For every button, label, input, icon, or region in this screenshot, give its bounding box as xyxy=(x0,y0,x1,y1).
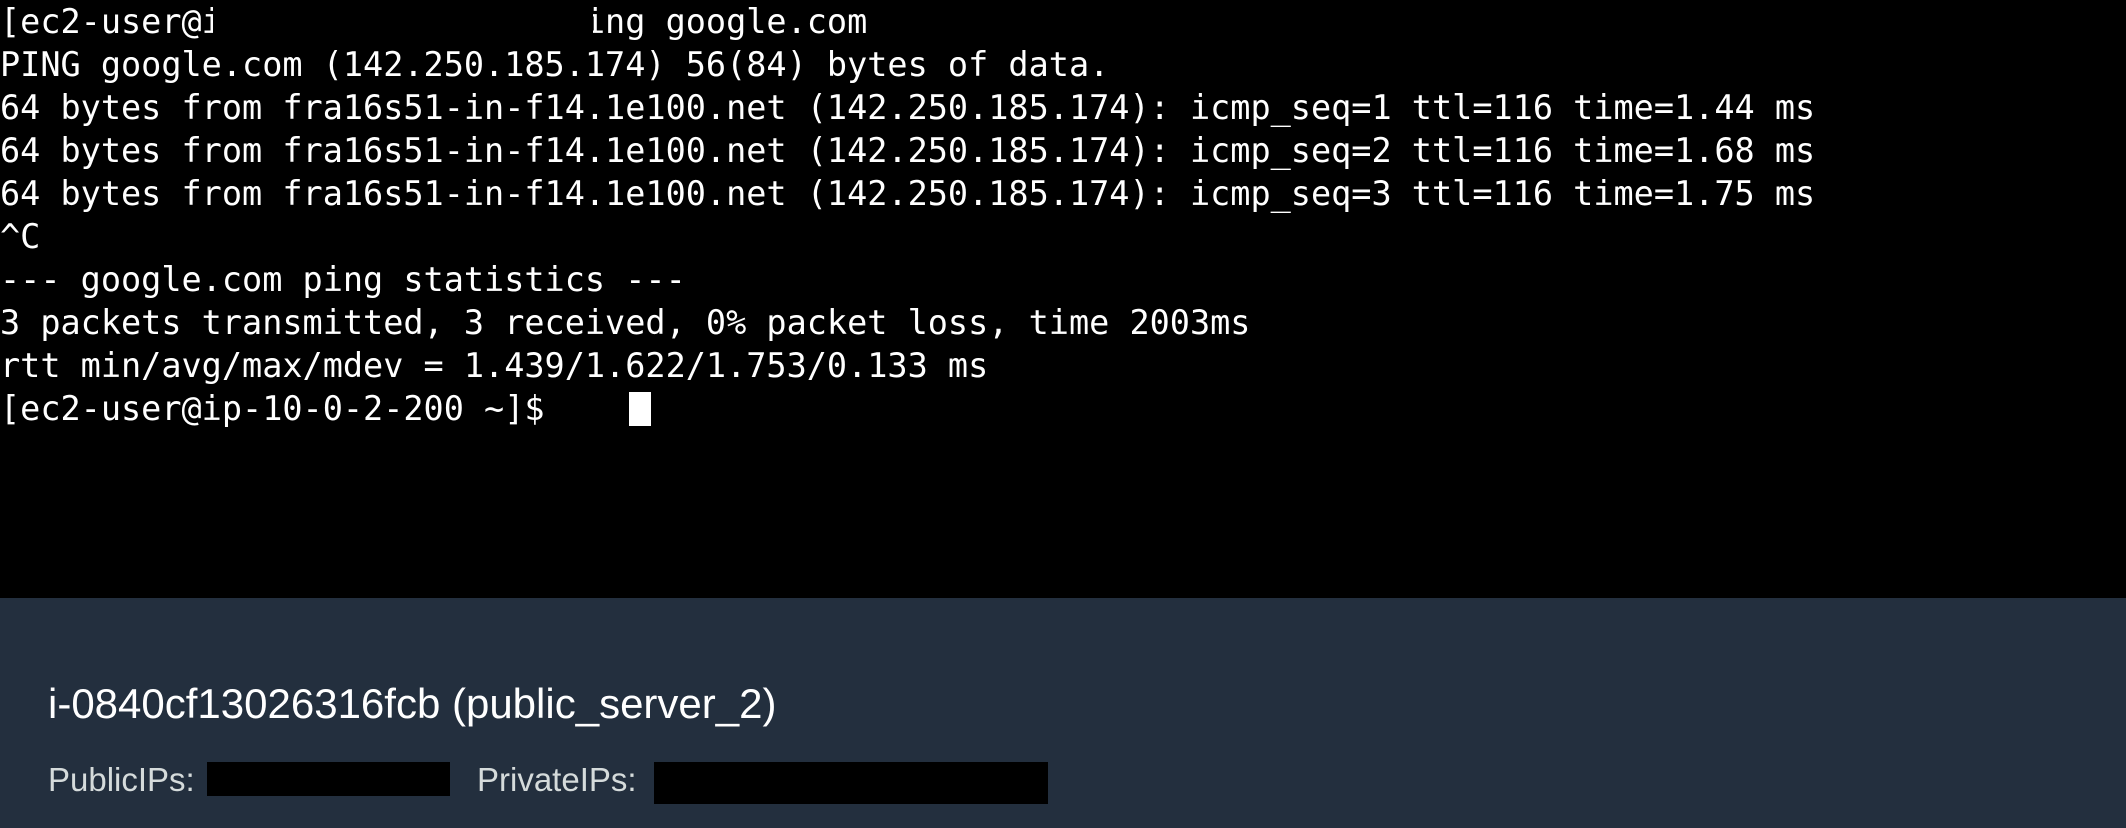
redacted-private-ips xyxy=(654,762,1048,804)
private-ips-label: PrivateIPs: xyxy=(477,761,637,798)
public-ips-label: PublicIPs: xyxy=(48,761,195,798)
terminal-window[interactable]: [ec2-user@ip-10-0-2-200 ~]$ ping google.… xyxy=(0,0,2126,598)
terminal-line-stats-packets: 3 packets transmitted, 3 received, 0% pa… xyxy=(0,303,1251,342)
terminal-line-reply-3: 64 bytes from fra16s51-in-f14.1e100.net … xyxy=(0,174,1816,213)
terminal-cursor xyxy=(629,392,651,426)
terminal-line-reply-1: 64 bytes from fra16s51-in-f14.1e100.net … xyxy=(0,88,1816,127)
instance-title: i-0840cf13026316fcb (public_server_2) xyxy=(48,680,777,727)
terminal-line-reply-2: 64 bytes from fra16s51-in-f14.1e100.net … xyxy=(0,131,1816,170)
instance-info-panel: i-0840cf13026316fcb (public_server_2) Pu… xyxy=(0,598,2126,828)
terminal-line-interrupt: ^C xyxy=(0,217,41,256)
terminal-line-prompt: [ec2-user@ip-10-0-2-200 ~]$ xyxy=(0,389,565,428)
terminal-line-stats-rtt: rtt min/avg/max/mdev = 1.439/1.622/1.753… xyxy=(0,346,989,385)
terminal-line-stats-header: --- google.com ping statistics --- xyxy=(0,260,686,299)
terminal-line-ping-header: PING google.com (142.250.185.174) 56(84)… xyxy=(0,45,1110,84)
redacted-public-ips xyxy=(207,762,450,796)
redacted-hostname xyxy=(213,2,593,42)
